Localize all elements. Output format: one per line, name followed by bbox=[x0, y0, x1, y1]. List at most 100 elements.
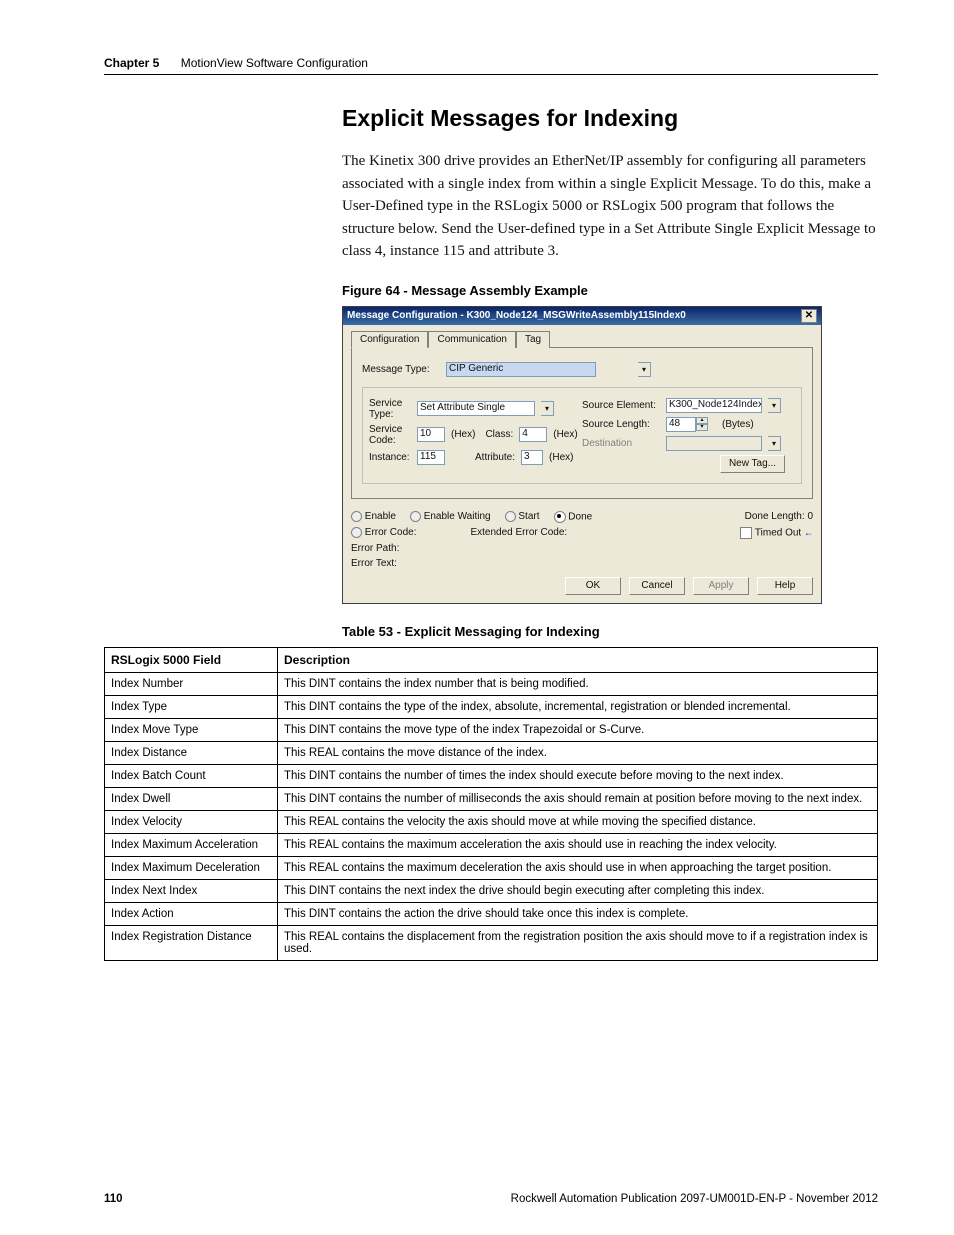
source-element-field[interactable]: K300_Node124Index bbox=[666, 398, 762, 413]
table-row: Index Maximum DecelerationThis REAL cont… bbox=[105, 856, 878, 879]
service-type-dropdown-icon[interactable]: ▾ bbox=[541, 401, 554, 416]
help-button[interactable]: Help bbox=[757, 577, 813, 595]
tab-tag[interactable]: Tag bbox=[516, 331, 550, 348]
table-header-field: RSLogix 5000 Field bbox=[105, 647, 278, 672]
table-cell-field: Index Number bbox=[105, 672, 278, 695]
error-indicator-icon bbox=[351, 527, 362, 538]
timed-out-label: Timed Out bbox=[755, 527, 801, 538]
attribute-label: Attribute: bbox=[475, 452, 515, 463]
table-cell-field: Index Registration Distance bbox=[105, 925, 278, 960]
indexing-table: RSLogix 5000 Field Description Index Num… bbox=[104, 647, 878, 961]
start-indicator-icon bbox=[505, 511, 516, 522]
chapter-label: Chapter 5 bbox=[104, 56, 159, 70]
table-row: Index Next IndexThis DINT contains the n… bbox=[105, 879, 878, 902]
table-cell-field: Index Action bbox=[105, 902, 278, 925]
publication-info: Rockwell Automation Publication 2097-UM0… bbox=[511, 1193, 878, 1205]
table-row: Index DistanceThis REAL contains the mov… bbox=[105, 741, 878, 764]
cancel-button[interactable]: Cancel bbox=[629, 577, 685, 595]
tab-communication[interactable]: Communication bbox=[428, 331, 515, 348]
page-footer: 110 Rockwell Automation Publication 2097… bbox=[104, 1193, 878, 1205]
table-cell-field: Index Batch Count bbox=[105, 764, 278, 787]
source-length-label: Source Length: bbox=[582, 419, 660, 430]
table-cell-field: Index Velocity bbox=[105, 810, 278, 833]
instance-label: Instance: bbox=[369, 452, 411, 463]
table-row: Index Maximum AccelerationThis REAL cont… bbox=[105, 833, 878, 856]
message-type-dropdown-icon[interactable]: ▾ bbox=[638, 362, 651, 377]
table-row: Index DwellThis DINT contains the number… bbox=[105, 787, 878, 810]
service-code-field[interactable]: 10 bbox=[417, 427, 445, 442]
ok-button[interactable]: OK bbox=[565, 577, 621, 595]
new-tag-button[interactable]: New Tag... bbox=[720, 455, 785, 473]
apply-button[interactable]: Apply bbox=[693, 577, 749, 595]
source-element-dropdown-icon[interactable]: ▾ bbox=[768, 398, 781, 413]
destination-field bbox=[666, 436, 762, 451]
message-type-field[interactable]: CIP Generic bbox=[446, 362, 596, 377]
table-cell-desc: This REAL contains the velocity the axis… bbox=[278, 810, 878, 833]
table-cell-desc: This DINT contains the number of times t… bbox=[278, 764, 878, 787]
figure-caption: Figure 64 - Message Assembly Example bbox=[342, 283, 878, 298]
table-cell-field: Index Type bbox=[105, 695, 278, 718]
class-field[interactable]: 4 bbox=[519, 427, 547, 442]
table-row: Index Registration DistanceThis REAL con… bbox=[105, 925, 878, 960]
destination-dropdown-icon[interactable]: ▾ bbox=[768, 436, 781, 451]
table-cell-field: Index Move Type bbox=[105, 718, 278, 741]
table-cell-desc: This DINT contains the action the drive … bbox=[278, 902, 878, 925]
enable-label: Enable bbox=[365, 511, 396, 522]
start-label: Start bbox=[518, 511, 539, 522]
timed-out-checkbox[interactable] bbox=[740, 527, 752, 539]
message-type-label: Message Type: bbox=[362, 364, 440, 375]
source-element-label: Source Element: bbox=[582, 400, 660, 411]
dialog-titlebar[interactable]: Message Configuration - K300_Node124_MSG… bbox=[343, 307, 821, 325]
extended-error-label: Extended Error Code: bbox=[470, 527, 567, 538]
attribute-field[interactable]: 3 bbox=[521, 450, 543, 465]
table-cell-desc: This DINT contains the next index the dr… bbox=[278, 879, 878, 902]
hex-label-3: (Hex) bbox=[549, 452, 573, 463]
table-row: Index ActionThis DINT contains the actio… bbox=[105, 902, 878, 925]
source-length-field[interactable]: 48 bbox=[666, 417, 696, 432]
message-config-dialog: Message Configuration - K300_Node124_MSG… bbox=[342, 306, 822, 604]
hex-label-2: (Hex) bbox=[553, 429, 577, 440]
hex-label-1: (Hex) bbox=[451, 429, 475, 440]
close-icon[interactable]: ✕ bbox=[801, 309, 817, 323]
table-row: Index Batch CountThis DINT contains the … bbox=[105, 764, 878, 787]
section-heading: Explicit Messages for Indexing bbox=[342, 105, 878, 132]
source-length-spinner[interactable]: ▴▾ bbox=[696, 417, 708, 432]
page-header: Chapter 5 MotionView Software Configurat… bbox=[104, 56, 878, 75]
body-paragraph: The Kinetix 300 drive provides an EtherN… bbox=[342, 150, 878, 263]
instance-field[interactable]: 115 bbox=[417, 450, 445, 465]
done-label: Done bbox=[568, 511, 592, 522]
table-cell-desc: This DINT contains the index number that… bbox=[278, 672, 878, 695]
page-number: 110 bbox=[104, 1193, 123, 1205]
table-cell-field: Index Maximum Acceleration bbox=[105, 833, 278, 856]
table-cell-desc: This REAL contains the move distance of … bbox=[278, 741, 878, 764]
table-cell-desc: This DINT contains the type of the index… bbox=[278, 695, 878, 718]
error-text-label: Error Text: bbox=[351, 558, 397, 569]
enable-indicator-icon bbox=[351, 511, 362, 522]
class-label: Class: bbox=[485, 429, 513, 440]
table-cell-field: Index Next Index bbox=[105, 879, 278, 902]
timed-out-link-icon[interactable]: ← bbox=[804, 527, 813, 537]
dialog-title-text: Message Configuration - K300_Node124_MSG… bbox=[347, 310, 686, 321]
table-cell-desc: This DINT contains the move type of the … bbox=[278, 718, 878, 741]
table-header-desc: Description bbox=[278, 647, 878, 672]
bytes-label: (Bytes) bbox=[722, 419, 754, 430]
error-code-label: Error Code: bbox=[365, 527, 417, 538]
chapter-title: MotionView Software Configuration bbox=[181, 56, 368, 70]
destination-label: Destination bbox=[582, 438, 660, 449]
done-radio[interactable] bbox=[554, 511, 566, 523]
done-length-label: Done Length: 0 bbox=[745, 511, 813, 522]
table-cell-field: Index Maximum Deceleration bbox=[105, 856, 278, 879]
service-type-field[interactable]: Set Attribute Single bbox=[417, 401, 535, 416]
table-row: Index TypeThis DINT contains the type of… bbox=[105, 695, 878, 718]
table-cell-desc: This DINT contains the number of millise… bbox=[278, 787, 878, 810]
table-caption: Table 53 - Explicit Messaging for Indexi… bbox=[342, 624, 878, 639]
tab-configuration[interactable]: Configuration bbox=[351, 331, 428, 348]
enable-waiting-label: Enable Waiting bbox=[424, 511, 491, 522]
service-code-label: Service Code: bbox=[369, 424, 411, 446]
enable-waiting-indicator-icon bbox=[410, 511, 421, 522]
table-cell-field: Index Dwell bbox=[105, 787, 278, 810]
table-cell-desc: This REAL contains the maximum decelerat… bbox=[278, 856, 878, 879]
error-path-label: Error Path: bbox=[351, 543, 399, 554]
table-row: Index VelocityThis REAL contains the vel… bbox=[105, 810, 878, 833]
table-cell-desc: This REAL contains the displacement from… bbox=[278, 925, 878, 960]
